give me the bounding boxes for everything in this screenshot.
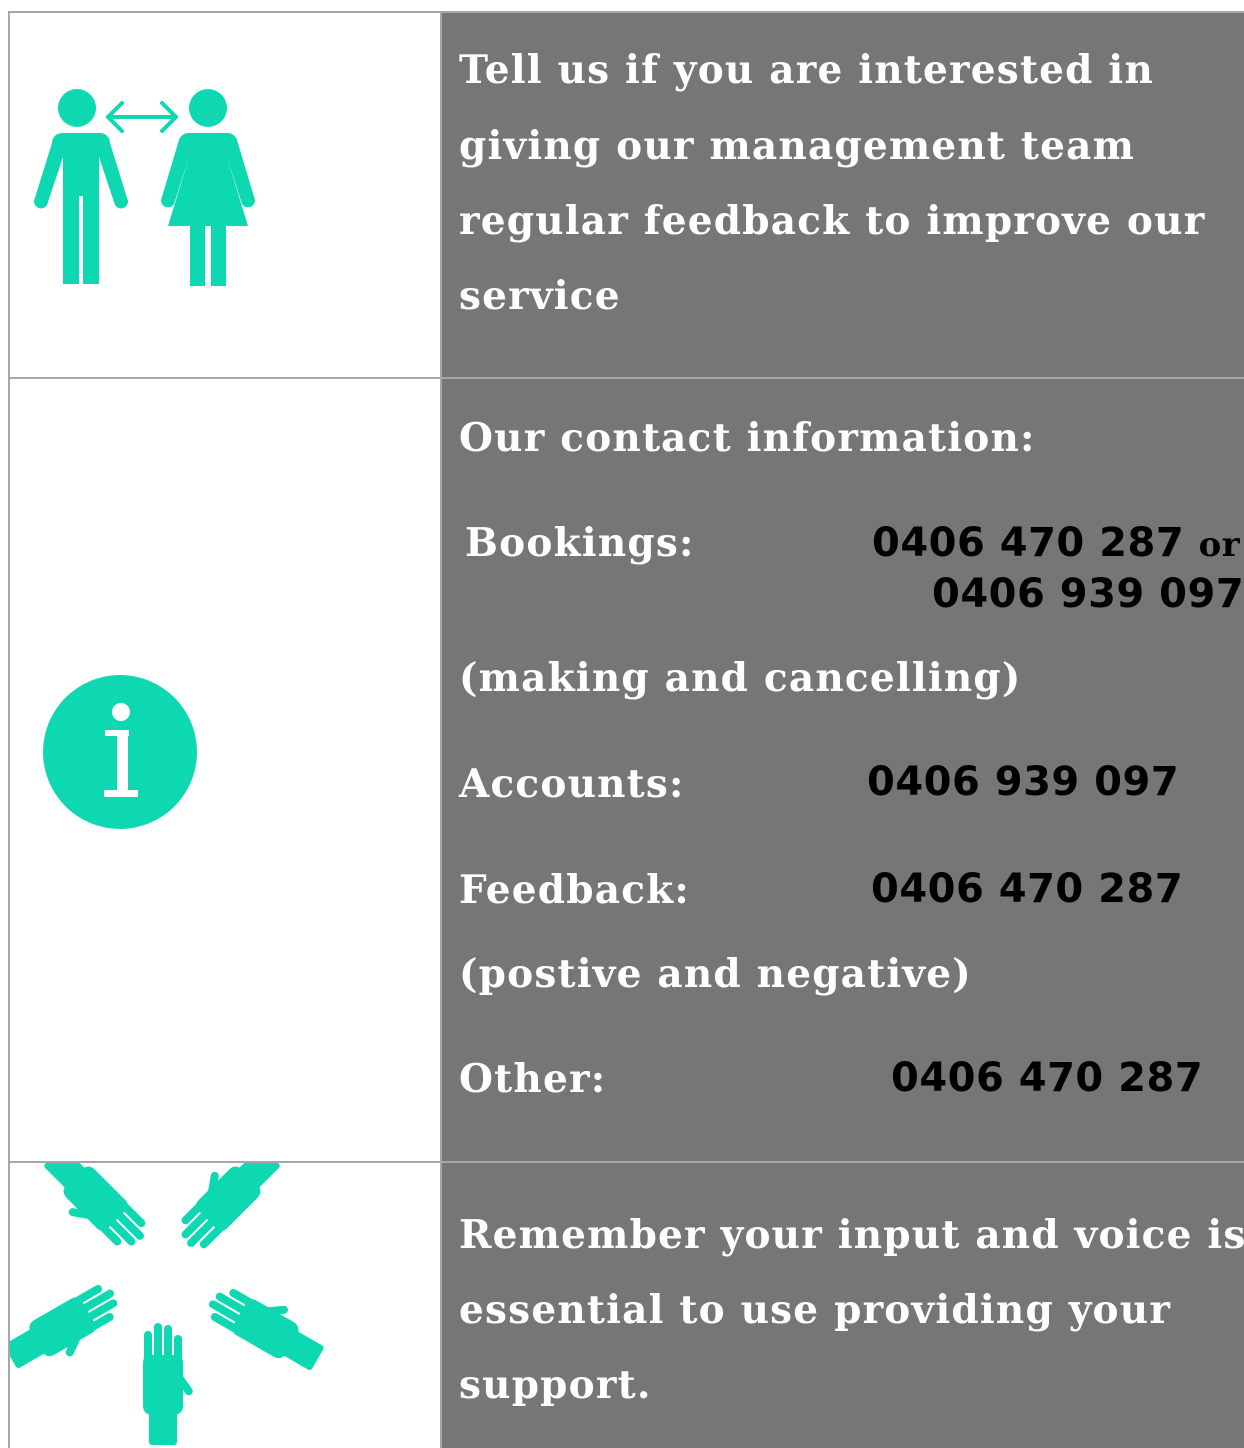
icon-cell xyxy=(10,13,442,377)
feedback-interest-line-3: regular feedback to improve our xyxy=(459,198,1206,244)
info-icon xyxy=(43,675,197,829)
feedback-note: (postive and negative) xyxy=(459,951,972,997)
reminder-line-3: support. xyxy=(459,1362,652,1408)
text-cell: Remember your input and voice is essenti… xyxy=(442,1163,1244,1448)
feedback-number: 0406 470 287 xyxy=(871,866,1184,912)
feedback-interest-line-4: service xyxy=(459,273,621,319)
table-row-reminder: Remember your input and voice is essenti… xyxy=(10,1163,1244,1448)
icon-cell xyxy=(10,1163,442,1448)
accounts-label: Accounts: xyxy=(459,761,685,807)
feedback-label: Feedback: xyxy=(459,867,690,913)
bookings-number-1: 0406 470 287 or xyxy=(872,520,1241,566)
icon-cell xyxy=(10,379,442,1161)
bookings-label: Bookings: xyxy=(465,520,695,566)
bookings-note: (making and cancelling) xyxy=(459,655,1022,701)
bookings-or: or xyxy=(1198,525,1241,565)
other-number: 0406 470 287 xyxy=(891,1055,1204,1101)
other-label: Other: xyxy=(459,1056,607,1102)
feedback-interest-line-1: Tell us if you are interested in xyxy=(459,47,1155,93)
reminder-line-2: essential to use providing your xyxy=(459,1287,1172,1333)
info-table: Tell us if you are interested in giving … xyxy=(8,11,1244,1448)
bookings-number-2: 0406 939 097 xyxy=(932,571,1244,617)
hands-circle-icon xyxy=(10,1163,334,1445)
table-row-contact-info: Our contact information: Bookings: 0406 … xyxy=(10,379,1244,1163)
feedback-interest-line-2: giving our management team xyxy=(459,123,1136,169)
table-row-feedback-interest: Tell us if you are interested in giving … xyxy=(10,13,1244,379)
contact-heading: Our contact information: xyxy=(459,415,1036,461)
text-cell: Tell us if you are interested in giving … xyxy=(442,13,1244,377)
text-cell: Our contact information: Bookings: 0406 … xyxy=(442,379,1244,1161)
man-woman-arrow-icon xyxy=(33,89,256,286)
accounts-number: 0406 939 097 xyxy=(867,759,1180,805)
reminder-line-1: Remember your input and voice is xyxy=(459,1212,1244,1258)
